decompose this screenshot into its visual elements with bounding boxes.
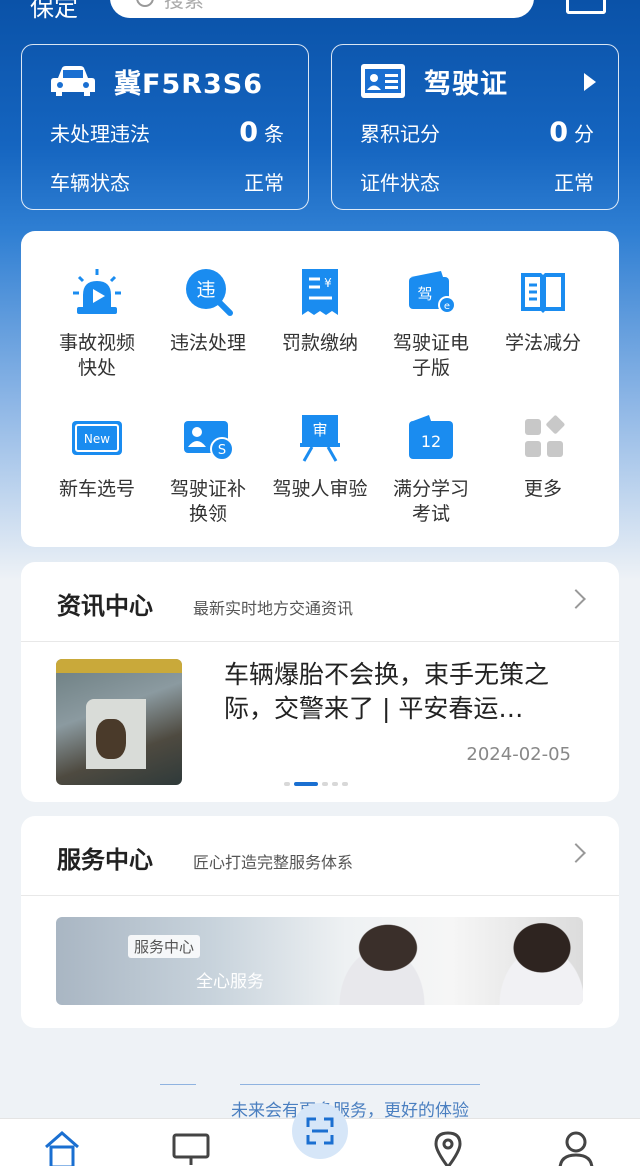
calendar-exam-icon: 12 [409,415,453,459]
service-full-score-exam[interactable]: 12 满分学习考试 [371,413,491,527]
service-accident-video[interactable]: 事故视频 快处 [37,267,157,381]
search-placeholder: 搜索 [164,0,204,13]
scan-button[interactable] [292,1103,348,1159]
bottom-tab-bar [0,1103,640,1166]
banner-person-image [476,917,583,1005]
footer-divider [240,1084,480,1085]
chevron-right-icon[interactable] [566,843,586,863]
profile-icon[interactable] [556,1129,596,1166]
license-title: 驾驶证 [424,68,508,100]
svg-text:审: 审 [312,421,327,439]
service-fine-payment[interactable]: ¥ 罚款缴纳 [260,267,380,356]
service-label: 事故视频 [58,332,135,354]
car-icon [51,66,95,96]
banner-tag: 服务中心 [128,935,201,958]
carousel-dot-active [294,782,318,786]
city-selector[interactable]: 保定 [30,0,78,23]
more-grid-icon [525,415,565,457]
service-label: 子版 [411,357,450,379]
service-license-renew[interactable]: S 驾驶证补换领 [148,413,268,527]
carousel-dot [284,782,290,786]
service-violation[interactable]: 违 违法处理 [148,267,268,356]
service-label: 考试 [411,503,450,525]
id-card-icon [361,64,405,98]
violations-unit: 条 [264,122,284,146]
service-center-header[interactable]: 服务中心 匠心打造完整服务体系 [21,816,619,896]
news-subtitle: 最新实时地方交通资讯 [193,599,354,618]
service-label: 快处 [77,357,116,379]
service-label: 驾驶证电 [392,332,469,354]
service-label: 换领 [188,503,227,525]
service-banner[interactable]: 服务中心 全心服务 [56,917,583,1005]
banner-text: 全心服务 [196,972,264,992]
chevron-right-icon[interactable] [584,73,596,91]
book-icon [521,273,565,313]
news-thumbnail[interactable] [56,659,182,785]
service-label: 驾驶证补 [169,478,246,500]
service-center-subtitle: 匠心打造完整服务体系 [193,853,354,872]
service-center-title: 服务中心 [57,846,153,874]
service-e-license[interactable]: 驾 e 驾驶证电子版 [371,267,491,381]
carousel-dot [322,782,328,786]
violation-search-icon: 违 [186,269,233,316]
service-label: 更多 [523,478,562,500]
points-unit: 分 [574,122,594,146]
top-bar: 保定 搜索 [0,0,640,22]
license-status-value: 正常 [554,171,594,195]
search-icon [136,0,154,7]
service-label: 驾驶人审验 [272,478,368,500]
violations-count: 0 [239,117,258,148]
news-date: 2024-02-05 [466,744,571,765]
license-card[interactable]: 驾驶证 累积记分 0分 证件状态 正常 [331,44,619,210]
footer-divider [160,1084,196,1085]
svg-text:12: 12 [421,432,441,451]
message-icon[interactable] [566,0,606,14]
search-bar[interactable]: 搜索 [110,0,534,18]
news-header[interactable]: 资讯中心 最新实时地方交通资讯 [21,562,619,642]
svg-text:New: New [84,432,110,446]
service-label: 新车选号 [58,478,135,500]
points-label: 累积记分 [360,122,440,146]
violations-label: 未处理违法 [50,122,150,146]
map-pin-icon[interactable] [428,1129,468,1166]
vehicle-status-value: 正常 [244,171,284,195]
svg-text:¥: ¥ [324,276,332,290]
fine-receipt-icon: ¥ [302,269,338,315]
service-label: 学法减分 [504,332,581,354]
carousel-dot [342,782,348,786]
e-license-icon: 驾 e [409,271,456,314]
svg-text:S: S [218,443,226,458]
service-new-plate[interactable]: New 新车选号 [37,413,157,502]
license-renew-icon: S [184,421,234,461]
chevron-right-icon[interactable] [566,589,586,609]
svg-text:违: 违 [196,279,215,301]
new-plate-icon: New [72,421,122,455]
service-label: 违法处理 [169,332,246,354]
news-panel: 资讯中心 最新实时地方交通资讯 车辆爆胎不会换，束手无策之际，交警来了 | 平安… [21,562,619,802]
service-study-points[interactable]: 学法减分 [483,267,603,356]
service-label: 满分学习 [392,478,469,500]
banner-person-image [316,917,436,1005]
siren-icon [73,269,121,314]
news-article-title[interactable]: 车辆爆胎不会换，束手无策之际，交警来了 | 平安春运… [224,658,574,726]
service-center-panel: 服务中心 匠心打造完整服务体系 服务中心 全心服务 [21,816,619,1028]
home-icon[interactable] [42,1129,82,1166]
svg-text:驾: 驾 [417,285,432,303]
service-label: 罚款缴纳 [281,332,358,354]
points-value: 0 [549,117,568,148]
monitor-icon[interactable] [171,1129,211,1166]
service-more[interactable]: 更多 [483,413,603,502]
news-title: 资讯中心 [57,592,153,620]
service-grid: 事故视频 快处 违 违法处理 ¥ 罚款缴纳 驾 e 驾驶证电 子版 学法减分 N… [21,231,619,547]
plate-number: 冀F5R3S6 [114,68,264,100]
vehicle-card[interactable]: 冀F5R3S6 未处理违法 0条 车辆状态 正常 [21,44,309,210]
service-driver-review[interactable]: 审 驾驶人审验 [260,413,380,502]
review-icon: 审 [300,415,340,462]
carousel-indicator [284,782,348,786]
svg-text:e: e [444,301,450,312]
carousel-dot [332,782,338,786]
vehicle-status-label: 车辆状态 [50,171,130,195]
license-status-label: 证件状态 [360,171,440,195]
scan-icon [306,1117,334,1145]
